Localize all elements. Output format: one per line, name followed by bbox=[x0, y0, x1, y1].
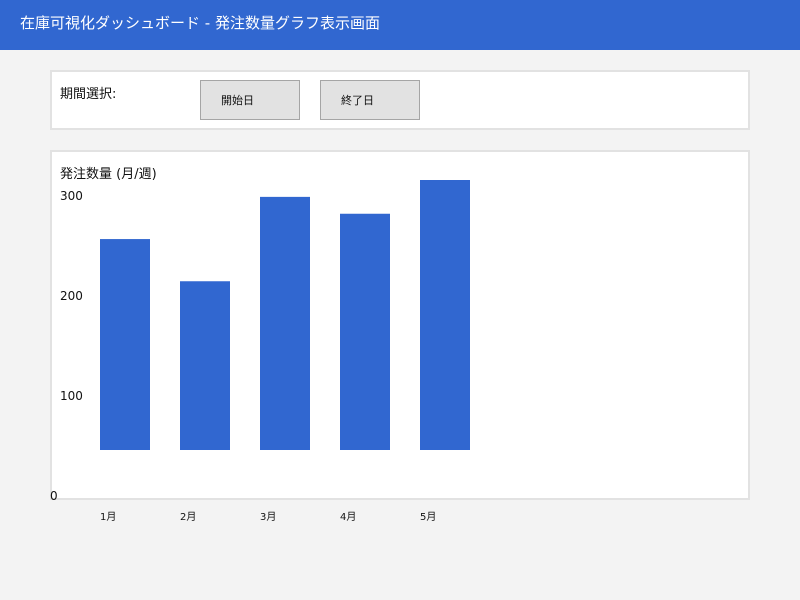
y-tick-label: 200 bbox=[60, 289, 83, 303]
x-tick-label: 2月 bbox=[180, 511, 196, 523]
bar-1 bbox=[100, 239, 150, 450]
x-tick-label: 3月 bbox=[260, 511, 276, 523]
y-tick-label: 300 bbox=[60, 189, 83, 203]
x-tick-label: 4月 bbox=[340, 511, 356, 523]
bar-3 bbox=[260, 196, 310, 450]
order-quantity-bar-chart: 0 100 200 300 1月 2月 3月 4月 5月 bbox=[50, 180, 470, 523]
bar-4 bbox=[340, 213, 390, 450]
y-tick-label: 0 bbox=[50, 489, 58, 503]
bar-2 bbox=[180, 281, 230, 450]
x-tick-label: 1月 bbox=[100, 511, 116, 523]
x-tick-label: 5月 bbox=[420, 511, 436, 523]
bar-5 bbox=[420, 180, 470, 450]
y-tick-label: 100 bbox=[60, 389, 83, 403]
